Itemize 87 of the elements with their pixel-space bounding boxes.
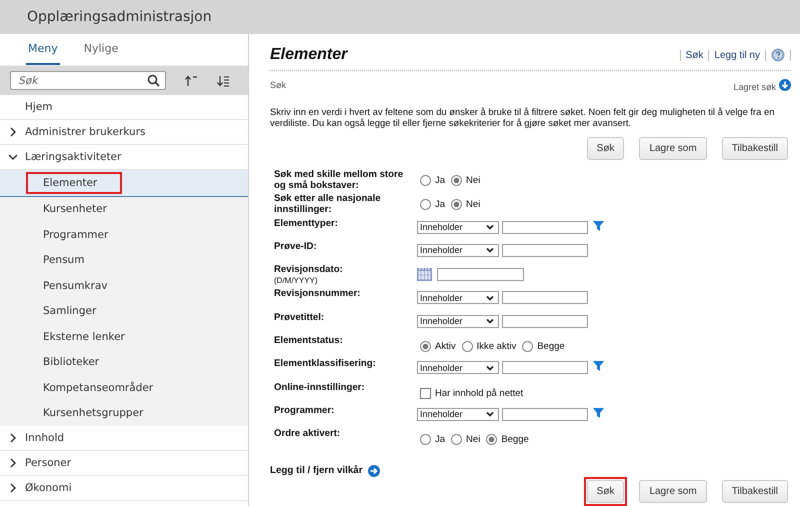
tree-subitem[interactable]: Eksterne lenker (0, 324, 248, 350)
tree-subitem[interactable]: Kompetanseområder (0, 375, 248, 400)
field-label: Revisjonsnummer: (274, 288, 362, 300)
calendar-icon[interactable] (417, 267, 432, 282)
radio-selected[interactable] (420, 341, 431, 352)
tree-subitem[interactable]: Programmer (0, 222, 248, 248)
field-label: Elementtyper: (274, 218, 339, 229)
field-label: Prøve-ID: (274, 240, 318, 252)
action-button[interactable]: Lagre som (639, 480, 707, 503)
tree-subitem[interactable]: Kursenhetsgrupper (0, 400, 248, 426)
tree-subitem[interactable]: Biblioteker (0, 350, 248, 375)
checkbox[interactable] (420, 388, 431, 399)
option-label: Ja (435, 434, 446, 446)
format-hint: (D/M/YYYY) (274, 275, 319, 286)
operator-dropdown[interactable]: Inneholder (417, 361, 499, 374)
action-button[interactable]: Tilbakestill (722, 137, 788, 160)
radio-selected[interactable] (486, 434, 498, 446)
text-field[interactable] (502, 361, 588, 374)
option-label: Aktiv (435, 341, 456, 352)
option-label: Nei (466, 199, 480, 210)
checkbox-label: Har innhold på nettet (435, 388, 524, 399)
section-label: Søk (270, 80, 288, 90)
chevron-down-icon (486, 411, 494, 418)
radio-button[interactable] (462, 341, 473, 352)
header-link[interactable]: Søk (686, 50, 704, 60)
operator-dropdown[interactable]: Inneholder (417, 291, 499, 304)
action-button[interactable]: Søk (586, 480, 624, 503)
search-icon (147, 74, 160, 87)
text-field[interactable] (502, 220, 588, 234)
tree-subitem[interactable]: Pensum (0, 248, 248, 273)
date-field[interactable] (437, 268, 524, 281)
instructions-text: Skriv inn en verdi i hvert av feltene som du ønsker å bruke til å filtrere søket. Noen felt gir deg muligheten til å velge fra en verdiliste. Du kan også legge til eller fjerne søkekriterier for å gjøre søket mer avansert. (270, 106, 776, 128)
tree-subitem[interactable]: Samlinger (0, 298, 248, 324)
field-label: Søk etter alle nasjonale innstillinger: (274, 193, 382, 216)
chevron-down-icon (486, 364, 494, 371)
header-link[interactable]: Legg til ny (714, 50, 760, 60)
arrow-right-icon (368, 464, 380, 477)
page-title: Elementer (270, 46, 348, 64)
chevron-down-icon (486, 318, 494, 324)
option-label: Ja (435, 175, 446, 186)
saved-search-link[interactable]: Lagret søk (733, 82, 776, 92)
operator-dropdown[interactable]: Inneholder (417, 244, 499, 257)
add-remove-link[interactable]: Legg til / fjern vilkår (270, 465, 363, 476)
action-button[interactable]: Søk (586, 137, 624, 160)
chevron-down-icon (486, 294, 494, 301)
field-label: Prøvetittel: (274, 312, 326, 323)
app-title: Opplæringsadministrasjon (27, 9, 212, 25)
option-label: Ikke aktiv (476, 341, 516, 352)
menu-tab[interactable]: Nylige (82, 34, 120, 65)
option-label: Begge (501, 434, 529, 446)
field-label: Programmer: (274, 404, 336, 416)
text-field[interactable] (502, 408, 588, 421)
option-label: Nei (466, 175, 480, 186)
option-label: Begge (537, 341, 565, 352)
action-button[interactable]: Tilbakestill (722, 480, 788, 503)
tree-subitem[interactable]: Pensumkrav (0, 273, 248, 298)
tree-subitem[interactable]: Elementer (0, 170, 248, 196)
chevron-down-icon (486, 247, 494, 254)
operator-dropdown[interactable]: Inneholder (417, 220, 499, 234)
operator-dropdown[interactable]: Inneholder (417, 314, 499, 328)
sort-descending-icon[interactable] (216, 74, 230, 86)
operator-dropdown[interactable]: Inneholder (417, 408, 499, 421)
radio-selected[interactable] (451, 175, 462, 186)
field-label: Søk med skille mellom store og små bokstaver: (274, 169, 404, 191)
radio-button[interactable] (420, 199, 431, 210)
text-field[interactable] (502, 244, 588, 257)
field-label: Elementklassifisering: (274, 358, 377, 370)
text-field[interactable] (502, 291, 588, 304)
option-label: Nei (466, 434, 480, 446)
field-label: Elementstatus: (274, 335, 344, 346)
option-label: Ja (435, 199, 446, 210)
field-label: Online-innstillinger: (274, 382, 366, 393)
radio-button[interactable] (420, 434, 431, 446)
radio-button[interactable] (451, 434, 462, 446)
search-field[interactable]: Søk (10, 71, 166, 90)
radio-button[interactable] (420, 175, 431, 186)
field-label: Revisjonsdato: (274, 264, 344, 276)
sort-ascending-icon[interactable] (184, 74, 198, 86)
radio-selected[interactable] (451, 199, 462, 210)
radio-button[interactable] (522, 341, 534, 352)
text-field[interactable] (502, 314, 588, 328)
download-arrow-icon (779, 79, 791, 91)
tree-subitem[interactable]: Kursenheter (0, 196, 248, 222)
action-button[interactable]: Lagre som (639, 137, 707, 160)
chevron-down-icon (486, 224, 494, 230)
help-icon[interactable] (771, 48, 785, 62)
field-label: Ordre aktivert: (274, 428, 342, 440)
